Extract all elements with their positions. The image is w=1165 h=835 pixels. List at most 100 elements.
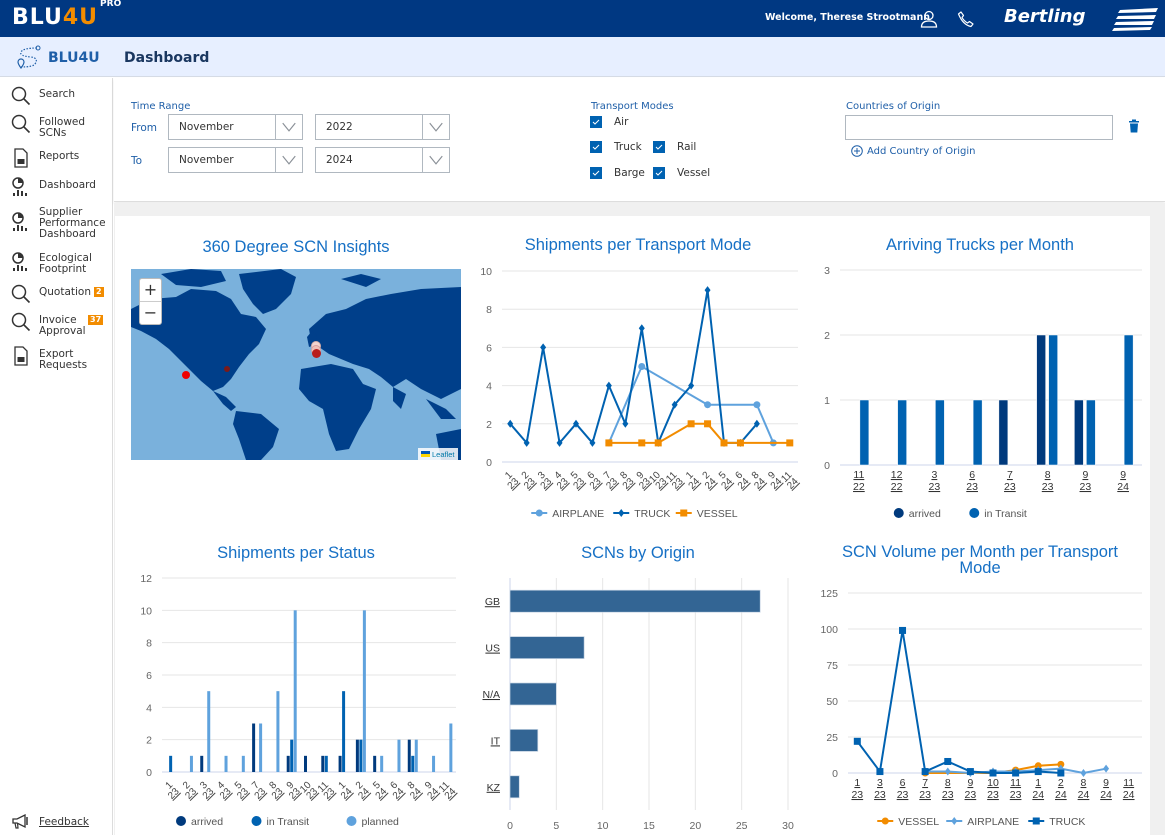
- bar: [259, 723, 263, 772]
- x-tick-month: 8: [945, 777, 951, 789]
- checkbox-truck[interactable]: Truck: [590, 141, 642, 153]
- y-category-label: KZ: [487, 782, 501, 794]
- checkbox-box[interactable]: [653, 141, 665, 153]
- transport-modes-label: Transport Modes: [591, 101, 674, 112]
- x-tick-month: 7: [1007, 469, 1013, 481]
- checkbox-box[interactable]: [590, 141, 602, 153]
- series-line: [856, 630, 1061, 775]
- x-tick-month: 11: [1010, 777, 1021, 789]
- x-tick-label: 1023: [298, 779, 320, 801]
- sidebar-item-quotation[interactable]: Quotation 2: [0, 284, 112, 304]
- bar: [200, 755, 204, 772]
- data-point: [1057, 769, 1065, 777]
- report-icon: [14, 148, 28, 168]
- legend-dot: [346, 816, 357, 826]
- data-point: [618, 509, 625, 517]
- bar: [252, 723, 256, 772]
- filter-panel: [114, 78, 1165, 202]
- checkbox-rail[interactable]: Rail: [653, 141, 696, 153]
- x-tick-year: 23: [919, 789, 931, 801]
- checkbox-box[interactable]: [590, 167, 602, 179]
- x-tick-label: 524: [371, 779, 389, 801]
- checkbox-box[interactable]: [653, 167, 665, 179]
- checkbox-vessel[interactable]: Vessel: [653, 167, 710, 179]
- map-attribution[interactable]: Leaflet: [418, 448, 458, 460]
- map-marker[interactable]: [224, 366, 230, 372]
- scrollbar[interactable]: [1151, 216, 1165, 835]
- sidebar-item-invoice-approval[interactable]: Invoice Approval 37: [0, 312, 112, 337]
- country-of-origin-input[interactable]: [845, 115, 1113, 140]
- data-point: [704, 401, 712, 409]
- sidebar-item-export-requests[interactable]: Export Requests: [0, 346, 112, 371]
- legend-label: TRUCK: [634, 508, 670, 520]
- search-icon: [11, 114, 31, 134]
- legend-label: AIRPLANE: [967, 816, 1019, 828]
- sidebar-item-dashboard[interactable]: Dashboard: [0, 177, 112, 197]
- search-icon: [11, 86, 31, 106]
- sidebar-item-supplier-performance[interactable]: Supplier Performance Dashboard: [0, 204, 112, 240]
- from-month-select[interactable]: November: [168, 114, 303, 140]
- feedback-link[interactable]: Feedback: [12, 814, 89, 829]
- bar: [290, 739, 294, 772]
- bar: [362, 610, 366, 772]
- zoom-out-button[interactable]: −: [140, 302, 161, 325]
- quotation-badge: 2: [94, 287, 104, 297]
- phone-icon[interactable]: [957, 10, 975, 28]
- map-marker[interactable]: [312, 349, 321, 358]
- data-point: [944, 757, 952, 765]
- dashboard-icon: [12, 212, 27, 231]
- zoom-in-button[interactable]: +: [140, 279, 161, 302]
- chart-title-transport-mode: Shipments per Transport Mode: [524, 236, 752, 254]
- data-point: [638, 439, 646, 447]
- to-year-select[interactable]: 2024: [315, 147, 450, 173]
- sidebar-item-ecological-footprint[interactable]: Ecological Footprint: [0, 250, 112, 275]
- x-tick-month: 9: [1103, 777, 1109, 789]
- legend-dot: [969, 508, 980, 518]
- app-logo[interactable]: BLU4UPRO: [12, 0, 121, 30]
- legend-label: in Transit: [984, 508, 1027, 520]
- x-tick-label: 323: [536, 469, 554, 491]
- sidebar-item-reports[interactable]: Reports: [0, 148, 112, 168]
- welcome-text: Welcome, Therese Strootmann: [765, 12, 930, 23]
- x-tick-year: 24: [1032, 789, 1044, 801]
- y-tick-label: 0: [832, 768, 838, 780]
- trash-icon[interactable]: [1128, 119, 1140, 133]
- x-tick-year: 23: [965, 789, 977, 801]
- checkbox-box[interactable]: [590, 116, 602, 128]
- x-tick-month: 2: [1058, 777, 1064, 789]
- x-tick-label: 523: [569, 469, 587, 491]
- chart-scn-origin: 0 5 10 15 20 25 30 GB US N/A IT KZ: [482, 578, 794, 832]
- checkbox-air[interactable]: Air: [590, 116, 628, 128]
- y-tick-label: 10: [140, 605, 152, 617]
- add-country-button[interactable]: Add Country of Origin: [851, 145, 976, 157]
- sidebar: Search Followed SCNs Reports Dashboard S…: [0, 78, 113, 835]
- checkbox-barge[interactable]: Barge: [590, 167, 645, 179]
- chart-title-arriving-trucks: Arriving Trucks per Month: [886, 236, 1074, 254]
- check-icon: [655, 144, 663, 150]
- world-map[interactable]: [131, 269, 461, 460]
- bar: [397, 739, 401, 772]
- y-tick-label: 1: [824, 395, 830, 407]
- bar: [897, 399, 907, 466]
- to-month-select[interactable]: November: [168, 147, 303, 173]
- x-tick-label: 25: [736, 820, 748, 832]
- sidebar-item-followed-scns[interactable]: Followed SCNs: [0, 114, 112, 139]
- data-point: [753, 401, 761, 409]
- bar: [509, 589, 761, 613]
- brand-link[interactable]: BLU4U: [48, 50, 100, 66]
- y-category-label: US: [485, 643, 500, 655]
- x-tick-month: 3: [877, 777, 883, 789]
- y-tick-label: 12: [140, 573, 152, 585]
- chevron-down-icon: [422, 115, 443, 139]
- x-tick-label: 824: [406, 779, 424, 801]
- legend-dot: [893, 508, 904, 518]
- x-tick-label: 624: [388, 779, 406, 801]
- from-year-select[interactable]: 2022: [315, 114, 450, 140]
- check-icon: [592, 170, 600, 176]
- map-marker[interactable]: [182, 371, 190, 379]
- bar: [207, 691, 211, 772]
- sidebar-item-search[interactable]: Search: [0, 86, 112, 106]
- bar: [935, 399, 945, 466]
- user-icon[interactable]: [920, 10, 938, 28]
- x-tick-label: 1124: [437, 779, 459, 801]
